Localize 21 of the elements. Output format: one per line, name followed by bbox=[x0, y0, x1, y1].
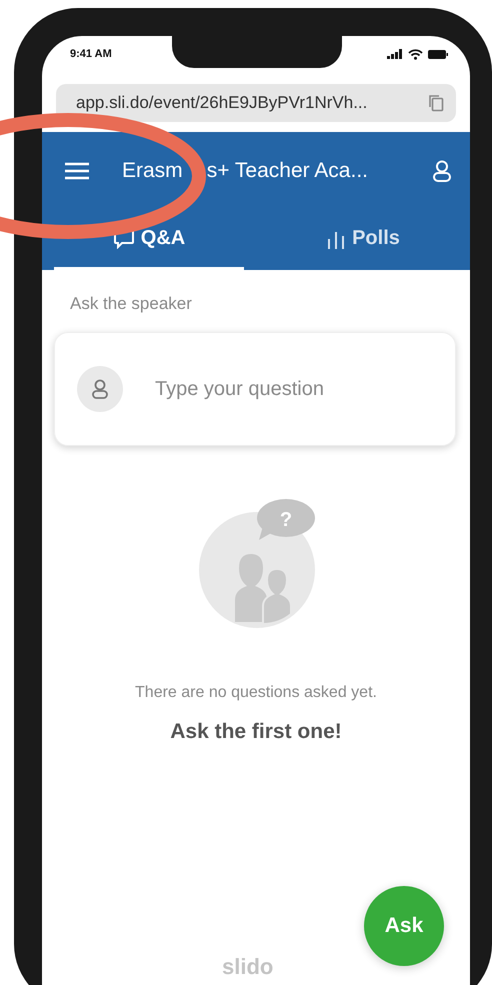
question-mark: ? bbox=[280, 509, 292, 531]
status-time: 9:41 AM bbox=[70, 48, 112, 60]
slido-logo: slido bbox=[222, 954, 274, 980]
battery-icon bbox=[428, 50, 448, 58]
event-title: s+ Teacher Aca... bbox=[206, 159, 368, 183]
speech-bubble-icon bbox=[112, 228, 135, 248]
avatar-icon bbox=[77, 366, 123, 412]
empty-message: There are no questions asked yet. bbox=[135, 684, 377, 702]
tab[interactable]: Q&A bbox=[54, 210, 244, 270]
section-label: Ask the speaker bbox=[70, 294, 193, 314]
tab[interactable]: Polls bbox=[268, 210, 458, 270]
wifi-icon bbox=[408, 48, 423, 60]
event-title: Erasm bbox=[122, 159, 183, 183]
question-field[interactable]: Type your question bbox=[153, 376, 433, 402]
call-to-action: Ask the first one! bbox=[170, 720, 342, 744]
user-icon[interactable] bbox=[432, 160, 452, 182]
copy-icon[interactable] bbox=[428, 94, 444, 112]
url-text: app.sli.do/event/26hE9JByPVr1NrVh... bbox=[76, 93, 368, 113]
signal-icon bbox=[387, 49, 403, 59]
menu-button[interactable] bbox=[64, 162, 90, 180]
address-bar[interactable]: app.sli.do/event/26hE9JByPVr1NrVh... bbox=[56, 84, 456, 122]
